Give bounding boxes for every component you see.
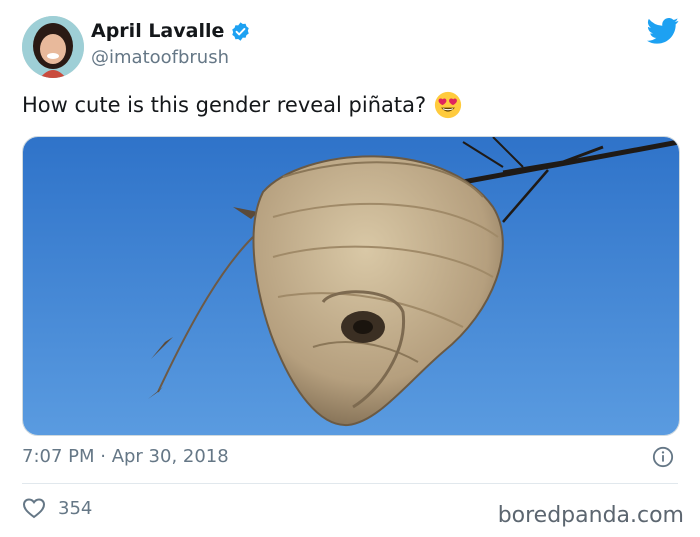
author-handle[interactable]: @imatoofbrush (91, 47, 229, 68)
divider (22, 483, 678, 484)
info-icon[interactable] (652, 446, 674, 468)
author-name-row: April Lavalle (91, 20, 251, 42)
like-button[interactable]: 354 (22, 497, 92, 519)
tweet-text-body: How cute is this gender reveal piñata? (22, 93, 427, 117)
wasp-nest-photo (23, 137, 679, 435)
watermark: boredpanda.com (497, 503, 684, 528)
tweet-media[interactable] (22, 136, 680, 436)
twitter-bird-icon[interactable] (647, 17, 679, 45)
tweet-text: How cute is this gender reveal piñata? (22, 91, 462, 119)
display-name[interactable]: April Lavalle (91, 20, 224, 42)
tweet-timestamp[interactable]: 7:07 PM · Apr 30, 2018 (22, 446, 229, 467)
like-count: 354 (58, 497, 93, 519)
verified-badge-icon (232, 21, 250, 41)
heart-eyes-emoji-icon (435, 91, 462, 119)
heart-icon (22, 498, 46, 519)
profile-photo (22, 16, 84, 78)
avatar[interactable] (22, 16, 84, 78)
